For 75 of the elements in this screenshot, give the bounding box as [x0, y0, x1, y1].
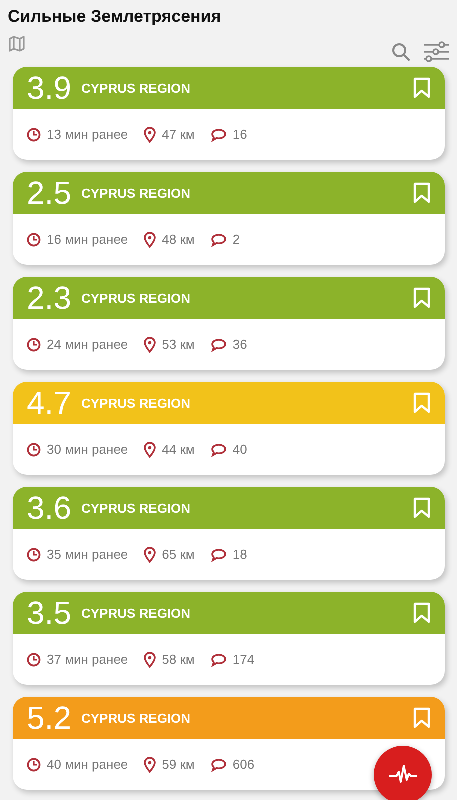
comment-icon — [210, 128, 227, 142]
location-pin-icon — [144, 546, 156, 562]
comment-count: 2 — [232, 232, 240, 247]
filter-icon[interactable] — [423, 41, 449, 63]
quake-card[interactable]: 3.9 CYPRUS REGION 13 мин ранее 47 км 16 — [13, 67, 445, 160]
location-pin-icon — [144, 652, 156, 668]
time-ago: 40 мин ранее — [47, 757, 128, 772]
time-ago: 30 мин ранее — [47, 442, 128, 457]
comment-icon — [210, 758, 227, 772]
bookmark-icon[interactable] — [413, 707, 431, 729]
distance: 58 км — [162, 652, 195, 667]
distance: 44 км — [162, 442, 195, 457]
quake-card[interactable]: 2.5 CYPRUS REGION 16 мин ранее 48 км 2 — [13, 172, 445, 265]
comment-count: 174 — [232, 652, 255, 667]
time-ago: 24 мин ранее — [47, 337, 128, 352]
clock-icon — [27, 548, 41, 562]
comment-count: 16 — [232, 127, 248, 142]
distance: 53 км — [162, 337, 195, 352]
time-ago: 35 мин ранее — [47, 547, 128, 562]
magnitude: 5.2 — [27, 700, 72, 736]
waveform-icon — [388, 765, 418, 785]
comment-icon — [210, 232, 227, 246]
page-title: Сильные Землетрясения — [7, 6, 222, 27]
time-ago: 16 мин ранее — [47, 232, 128, 247]
quake-card[interactable]: 3.5 CYPRUS REGION 37 мин ранее 58 км 174 — [13, 592, 445, 685]
region-name: CYPRUS REGION — [81, 80, 192, 96]
comment-count: 606 — [232, 757, 255, 772]
distance: 48 км — [162, 232, 195, 247]
magnitude: 2.5 — [27, 174, 72, 212]
location-pin-icon — [144, 126, 156, 142]
quake-card[interactable]: 4.7 CYPRUS REGION 30 мин ранее 44 км 40 — [13, 382, 445, 475]
location-pin-icon — [144, 442, 156, 458]
quake-card[interactable]: 5.2 CYPRUS REGION 40 мин ранее 59 км 606 — [13, 697, 445, 790]
region-name: CYPRUS REGION — [81, 396, 192, 410]
clock-icon — [27, 128, 41, 142]
magnitude: 2.3 — [27, 280, 72, 316]
comment-icon — [210, 652, 227, 666]
comment-count: 36 — [232, 337, 248, 352]
search-icon[interactable] — [391, 42, 411, 62]
bookmark-icon[interactable] — [413, 77, 431, 99]
location-pin-icon — [144, 756, 156, 772]
comment-icon — [210, 338, 227, 352]
location-pin-icon — [144, 232, 156, 248]
clock-icon — [27, 758, 41, 772]
region-name: CYPRUS REGION — [81, 500, 192, 516]
quake-card[interactable]: 3.6 CYPRUS REGION 35 мин ранее 65 км 18 — [13, 487, 445, 580]
comment-count: 40 — [232, 442, 248, 457]
clock-icon — [27, 442, 41, 456]
map-icon[interactable] — [8, 35, 26, 53]
magnitude: 3.6 — [27, 490, 72, 526]
region-name: CYPRUS REGION — [81, 710, 192, 726]
time-ago: 13 мин ранее — [47, 127, 128, 142]
bookmark-icon[interactable] — [413, 182, 431, 204]
location-pin-icon — [144, 336, 156, 352]
clock-icon — [27, 338, 41, 352]
bookmark-icon[interactable] — [413, 602, 431, 624]
clock-icon — [27, 232, 41, 246]
bookmark-icon[interactable] — [413, 497, 431, 519]
comment-count: 18 — [232, 547, 248, 562]
magnitude: 4.7 — [27, 384, 72, 422]
quake-card[interactable]: 2.3 CYPRUS REGION 24 мин ранее 53 км 36 — [13, 277, 445, 370]
distance: 59 км — [162, 757, 195, 772]
clock-icon — [27, 652, 41, 666]
region-name: CYPRUS REGION — [81, 186, 192, 200]
magnitude: 3.5 — [27, 594, 72, 632]
region-name: CYPRUS REGION — [81, 290, 192, 306]
time-ago: 37 мин ранее — [47, 652, 128, 667]
comment-icon — [210, 442, 227, 456]
comment-icon — [210, 548, 227, 562]
bookmark-icon[interactable] — [413, 287, 431, 309]
distance: 65 км — [162, 547, 195, 562]
distance: 47 км — [162, 127, 195, 142]
magnitude: 3.9 — [27, 70, 72, 106]
region-name: CYPRUS REGION — [81, 606, 192, 620]
bookmark-icon[interactable] — [413, 392, 431, 414]
